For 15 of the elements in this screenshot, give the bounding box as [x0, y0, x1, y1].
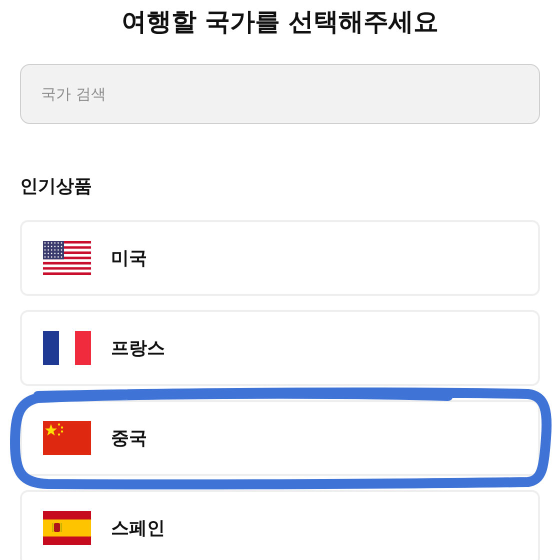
- flag-icon: [43, 511, 91, 545]
- country-name: 프랑스: [111, 337, 165, 360]
- country-name: 중국: [111, 427, 147, 450]
- flag-icon: [43, 421, 91, 455]
- flag-icon: [43, 331, 91, 365]
- page-title: 여행할 국가를 선택해주세요: [120, 6, 440, 38]
- country-item[interactable]: 프랑스: [20, 310, 540, 386]
- country-name: 미국: [111, 247, 147, 270]
- country-name: 스페인: [111, 517, 165, 540]
- country-item[interactable]: 스페인: [20, 490, 540, 560]
- flag-icon: [43, 241, 91, 275]
- search-field[interactable]: 국가 검색: [20, 64, 540, 124]
- country-item[interactable]: 미국: [20, 220, 540, 296]
- country-item[interactable]: 중국: [20, 400, 540, 476]
- section-title: 인기상품: [20, 175, 93, 198]
